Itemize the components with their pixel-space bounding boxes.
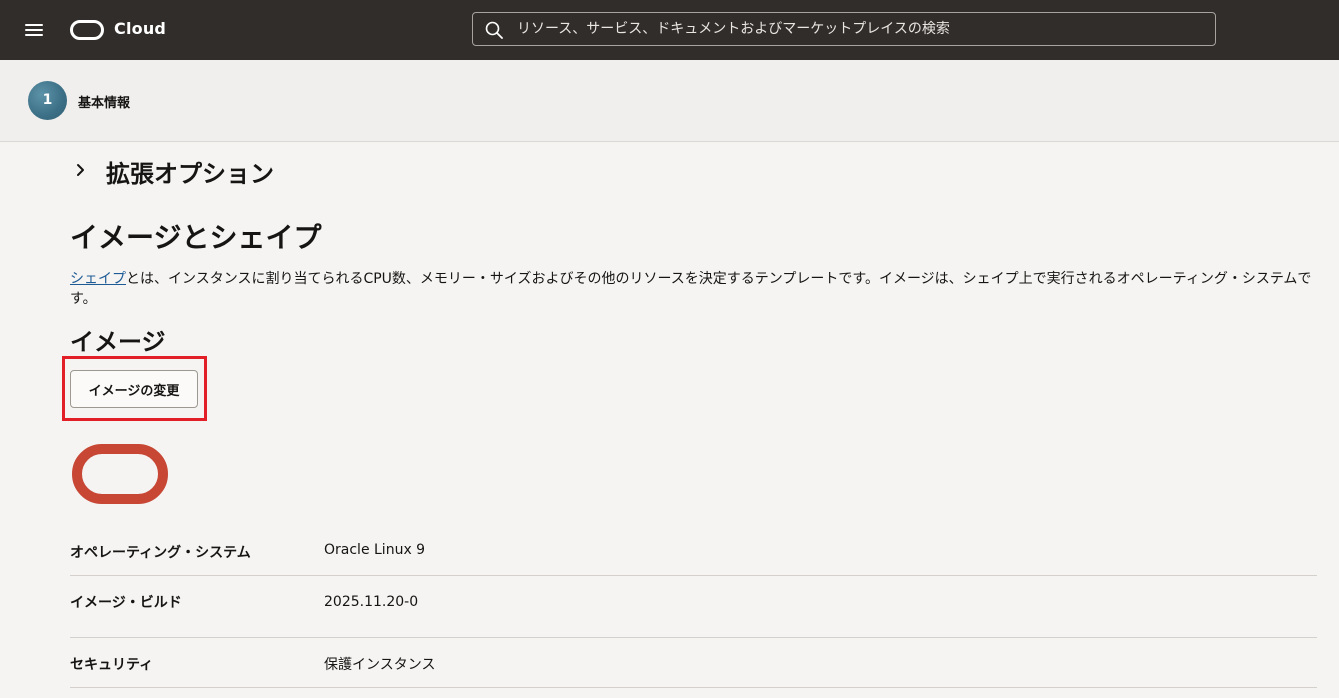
search-box[interactable] <box>472 12 1216 46</box>
hamburger-menu-icon[interactable] <box>24 22 44 38</box>
detail-row-security: セキュリティ 保護インスタンス <box>70 638 1317 688</box>
wizard-step-bar: 1 基本情報 <box>0 60 1339 142</box>
description-text: とは、インスタンスに割り当てられるCPU数、メモリー・サイズおよびその他のリソー… <box>70 271 1312 307</box>
detail-label: セキュリティ <box>70 657 154 673</box>
change-image-button[interactable]: イメージの変更 <box>70 370 198 408</box>
detail-row-os: オペレーティング・システム Oracle Linux 9 <box>70 526 1317 576</box>
detail-value: 保護インスタンス <box>324 657 436 673</box>
oracle-os-logo-icon <box>72 444 168 504</box>
image-shape-description: シェイプとは、インスタンスに割り当てられるCPU数、メモリー・サイズおよびその他… <box>70 269 1320 309</box>
step-number-badge[interactable]: 1 <box>28 81 67 120</box>
search-icon <box>485 21 503 39</box>
detail-label: イメージ・ビルド <box>70 595 182 611</box>
image-details-list: オペレーティング・システム Oracle Linux 9 イメージ・ビルド 20… <box>70 526 1317 688</box>
oracle-logo-icon[interactable] <box>70 20 104 40</box>
detail-label: オペレーティング・システム <box>70 545 251 561</box>
subsection-title-image: イメージ <box>70 328 166 356</box>
detail-row-image-build: イメージ・ビルド 2025.11.20-0 <box>70 576 1317 638</box>
shape-help-link[interactable]: シェイプ <box>70 271 126 287</box>
search-input[interactable] <box>517 13 1197 45</box>
chevron-right-icon <box>77 164 84 176</box>
top-navigation-bar: Cloud <box>0 0 1339 60</box>
detail-value: 2025.11.20-0 <box>324 594 419 610</box>
brand-name[interactable]: Cloud <box>114 19 166 38</box>
advanced-options-title: 拡張オプション <box>106 160 274 188</box>
section-title-image-shape: イメージとシェイプ <box>70 221 322 254</box>
detail-value: Oracle Linux 9 <box>324 542 426 558</box>
step-label-basic-info[interactable]: 基本情報 <box>78 92 130 111</box>
